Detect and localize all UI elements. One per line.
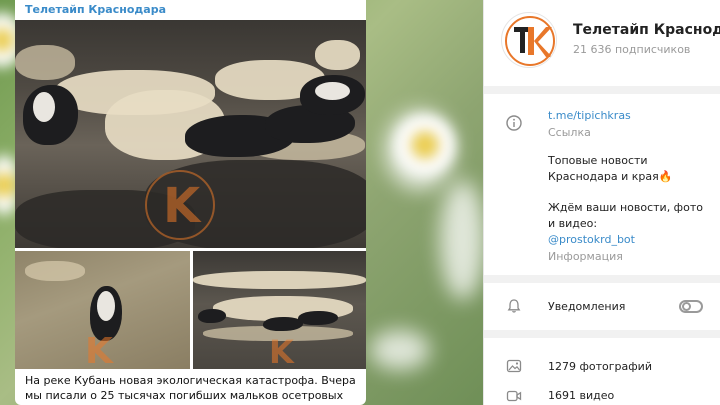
channel-description-contact: Ждём ваши новости, фото и видео: @prosto… [548,200,713,248]
videos-count[interactable]: 1691 видео [548,389,614,402]
watermark-logo: K [145,170,215,240]
channel-avatar[interactable] [501,12,557,68]
toggle-knob [682,302,691,311]
watermark-logo: K [85,331,113,369]
message-sender[interactable]: Телетайп Краснодара [25,3,166,16]
info-label: Информация [548,250,623,263]
photo-thumb[interactable]: K [15,251,190,369]
watermark-logo: K [269,333,294,369]
notifications-label: Уведомления [548,300,626,313]
channel-name: Телетайп Краснодара [573,22,720,38]
message-caption: На реке Кубань новая экологическая катас… [25,374,356,405]
notifications-toggle[interactable] [679,300,703,313]
subscriber-count: 21 636 подписчиков [573,43,691,56]
channel-link[interactable]: t.me/tipichkras [548,109,631,122]
bell-icon [506,298,522,318]
description-line: Ждём ваши новости, фото и видео: [548,201,703,230]
info-icon [506,115,522,135]
section-divider [484,330,720,338]
flower-decoration [395,115,455,175]
section-divider [484,275,720,283]
photos-count[interactable]: 1279 фотографий [548,360,652,373]
photo-icon [506,358,522,378]
photo-main[interactable]: K [15,20,366,248]
bot-link[interactable]: @prostokrd_bot [548,232,713,248]
channel-info-panel: Телетайп Краснодара 21 636 подписчиков t… [483,0,720,405]
video-icon [506,388,522,405]
link-label: Ссылка [548,126,591,139]
flower-decoration [440,180,483,300]
channel-description: Топовые новости Краснодара и края🔥 [548,154,673,183]
photo-thumb[interactable]: K [193,251,366,369]
channel-logo-icon [505,16,555,66]
section-divider [484,86,720,94]
flower-decoration [370,330,430,370]
message-bubble[interactable]: Телетайп Краснодара K K K На реке Кубань… [15,0,366,405]
